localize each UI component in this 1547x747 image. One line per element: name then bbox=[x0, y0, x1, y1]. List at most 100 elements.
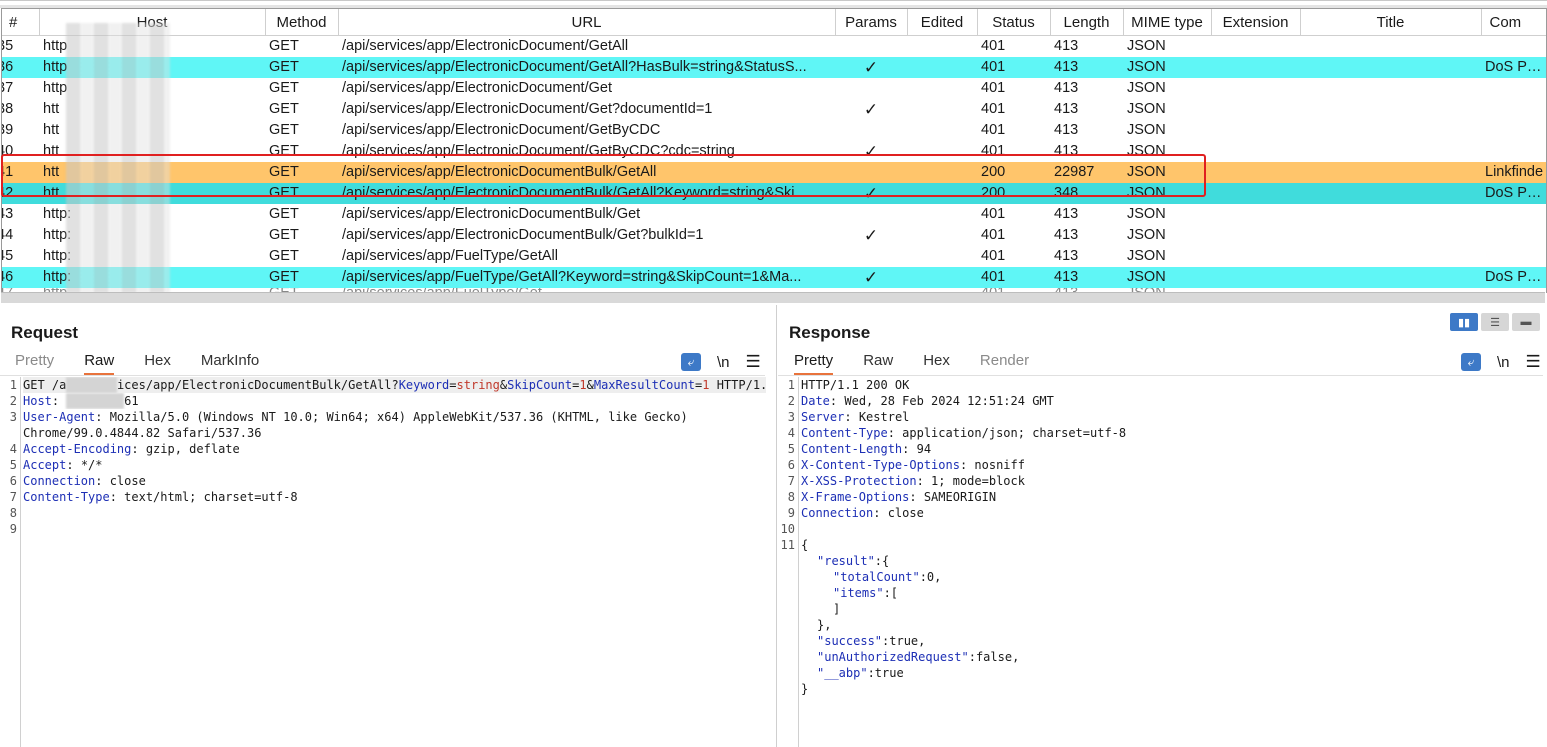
request-headers: User-Agent: Mozilla/5.0 (Windows NT 10.0… bbox=[23, 409, 766, 505]
cell-url: /api/services/app/ElectronicDocument/Get… bbox=[342, 101, 713, 117]
request-tab-raw[interactable]: Raw bbox=[84, 352, 115, 375]
cell-title bbox=[1300, 267, 1481, 288]
split-horizontal-icon[interactable]: ▮▮ bbox=[1450, 313, 1478, 331]
cell-edited bbox=[907, 225, 977, 246]
cell-length: 413 bbox=[1054, 101, 1079, 117]
cell-num: 44 bbox=[2, 227, 14, 243]
cell-params bbox=[835, 162, 907, 183]
col-header-title[interactable]: Title bbox=[1300, 9, 1482, 36]
table-row[interactable]: 35httpGET/api/services/app/ElectronicDoc… bbox=[2, 36, 1546, 58]
table-row[interactable]: 39httGET/api/services/app/ElectronicDocu… bbox=[2, 120, 1546, 141]
table-row[interactable]: 36httpGET/api/services/app/ElectronicDoc… bbox=[2, 57, 1546, 78]
json-value: :0, bbox=[919, 570, 942, 584]
json-punct: :{ bbox=[874, 554, 890, 568]
cell-extension bbox=[1211, 120, 1300, 141]
request-editor[interactable]: 1 2 3 4 5 6 7 8 9 GET /api/services/app/Electron… bbox=[0, 377, 766, 747]
cell-num: 40 bbox=[2, 143, 14, 159]
table-row[interactable]: 41httGET/api/services/app/ElectronicDocu… bbox=[2, 162, 1546, 183]
status-line: HTTP/1.1 200 OK bbox=[801, 378, 910, 392]
hamburger-menu-icon[interactable]: ☰ bbox=[1526, 352, 1541, 372]
cell-method: GET bbox=[265, 183, 338, 204]
json-line: "success":true, bbox=[801, 633, 1537, 649]
col-header-comment[interactable]: Com bbox=[1481, 9, 1546, 36]
single-pane-icon[interactable]: ▬ bbox=[1512, 313, 1540, 331]
cell-status: 401 bbox=[981, 122, 1006, 138]
col-header-method[interactable]: Method bbox=[265, 9, 339, 36]
col-header-extension[interactable]: Extension bbox=[1211, 9, 1301, 36]
table-row[interactable]: 44http:GET/api/services/app/ElectronicDo… bbox=[2, 225, 1546, 246]
line-number: 2 bbox=[787, 394, 795, 408]
line-number: 3 bbox=[9, 410, 17, 424]
cell-length: 413 bbox=[1054, 122, 1079, 138]
word-wrap-icon[interactable]: ⤶ bbox=[1461, 353, 1481, 371]
line-number: 7 bbox=[787, 474, 795, 488]
request-tab-hex[interactable]: Hex bbox=[144, 352, 171, 375]
col-header-params[interactable]: Params bbox=[835, 9, 908, 36]
table-row[interactable]: 43http:GET/api/services/app/ElectronicDo… bbox=[2, 204, 1546, 225]
response-tab-render[interactable]: Render bbox=[980, 352, 1029, 375]
cell-length: 413 bbox=[1050, 57, 1123, 78]
col-header-edited[interactable]: Edited bbox=[907, 9, 978, 36]
json-line: "result":{ bbox=[801, 553, 1537, 569]
header-value: close bbox=[102, 474, 146, 488]
split-vertical-icon[interactable]: ☰ bbox=[1481, 313, 1509, 331]
header-key: Content-Type bbox=[23, 490, 110, 504]
header-line: Connection: close bbox=[23, 474, 146, 488]
response-tab-hex[interactable]: Hex bbox=[923, 352, 950, 375]
response-editor[interactable]: 1 2 3 4 5 6 7 8 9 10 11 HTTP/1.1 200 OK Date: Wed,… bbox=[778, 377, 1537, 747]
cell-edited bbox=[907, 267, 977, 288]
layout-toggle: ▮▮ ☰ ▬ bbox=[1450, 313, 1540, 331]
col-header-length[interactable]: Length bbox=[1050, 9, 1124, 36]
col-header-num[interactable]: # bbox=[2, 9, 40, 36]
col-header-url[interactable]: URL bbox=[338, 9, 836, 36]
cell-status: 401 bbox=[981, 227, 1006, 243]
cell-extension bbox=[1211, 141, 1300, 162]
header-key: Date bbox=[801, 394, 830, 408]
line-number bbox=[778, 569, 798, 585]
line-number: 9 bbox=[9, 522, 17, 536]
cell-params: ✓ bbox=[863, 100, 879, 119]
json-key: "items" bbox=[833, 586, 884, 600]
horizontal-scrollbar[interactable] bbox=[1, 292, 1545, 303]
table-row[interactable]: 46http:GET/api/services/app/FuelType/Get… bbox=[2, 267, 1546, 288]
request-tab-markinfo[interactable]: MarkInfo bbox=[201, 352, 259, 375]
header-value: application/json; charset=utf-8 bbox=[894, 426, 1127, 440]
cell-status: 401 bbox=[981, 101, 1006, 117]
show-newlines-button[interactable]: \n bbox=[1497, 354, 1510, 371]
table-row[interactable]: 38httGET/api/services/app/ElectronicDocu… bbox=[2, 99, 1546, 120]
table-row[interactable]: 40httGET/api/services/app/ElectronicDocu… bbox=[2, 141, 1546, 162]
cell-method: GET bbox=[265, 162, 338, 183]
col-header-mime[interactable]: MIME type bbox=[1123, 9, 1212, 36]
request-path: ices/app/ElectronicDocumentBulk/GetAll? bbox=[116, 378, 399, 392]
header-value: Mozilla/5.0 (Windows NT 10.0; Win64; x64… bbox=[102, 410, 688, 424]
col-header-status[interactable]: Status bbox=[977, 9, 1051, 36]
cell-title bbox=[1300, 36, 1481, 58]
header-line: Date: Wed, 28 Feb 2024 12:51:24 GMT bbox=[801, 394, 1054, 408]
table-row[interactable]: 45http:GET/api/services/app/FuelType/Get… bbox=[2, 246, 1546, 267]
json-key: "unAuthorizedRequest" bbox=[817, 650, 969, 664]
hamburger-menu-icon[interactable]: ☰ bbox=[746, 352, 761, 372]
response-tab-raw[interactable]: Raw bbox=[863, 352, 893, 375]
header-key: Content-Type bbox=[801, 426, 888, 440]
table-row[interactable]: 42httGET/api/services/app/ElectronicDocu… bbox=[2, 183, 1546, 204]
line-number: 1 bbox=[9, 378, 17, 392]
host-tail: 61 bbox=[124, 394, 139, 408]
cell-length: 413 bbox=[1050, 267, 1123, 288]
response-headers: Date: Wed, 28 Feb 2024 12:51:24 GMT Serve… bbox=[801, 393, 1537, 521]
line-number bbox=[778, 601, 798, 617]
header-value: close bbox=[880, 506, 924, 520]
cell-status: 401 bbox=[981, 143, 1006, 159]
cell-url: /api/services/app/FuelType/GetAll?Keywor… bbox=[338, 267, 835, 288]
request-text[interactable]: GET /api/services/app/ElectronicDocument… bbox=[23, 377, 766, 505]
table-row[interactable]: 37httpGET/api/services/app/ElectronicDoc… bbox=[2, 78, 1546, 99]
cell-title bbox=[1300, 78, 1481, 99]
response-tab-pretty[interactable]: Pretty bbox=[794, 352, 834, 375]
request-tab-pretty[interactable]: Pretty bbox=[15, 352, 54, 375]
show-newlines-button[interactable]: \n bbox=[717, 354, 730, 371]
cell-edited bbox=[907, 141, 977, 162]
word-wrap-icon[interactable]: ⤶ bbox=[681, 353, 701, 371]
header-line: Accept-Encoding: gzip, deflate bbox=[23, 442, 240, 456]
cell-method: GET bbox=[265, 267, 338, 288]
response-text[interactable]: HTTP/1.1 200 OK Date: Wed, 28 Feb 2024 1… bbox=[801, 377, 1537, 697]
